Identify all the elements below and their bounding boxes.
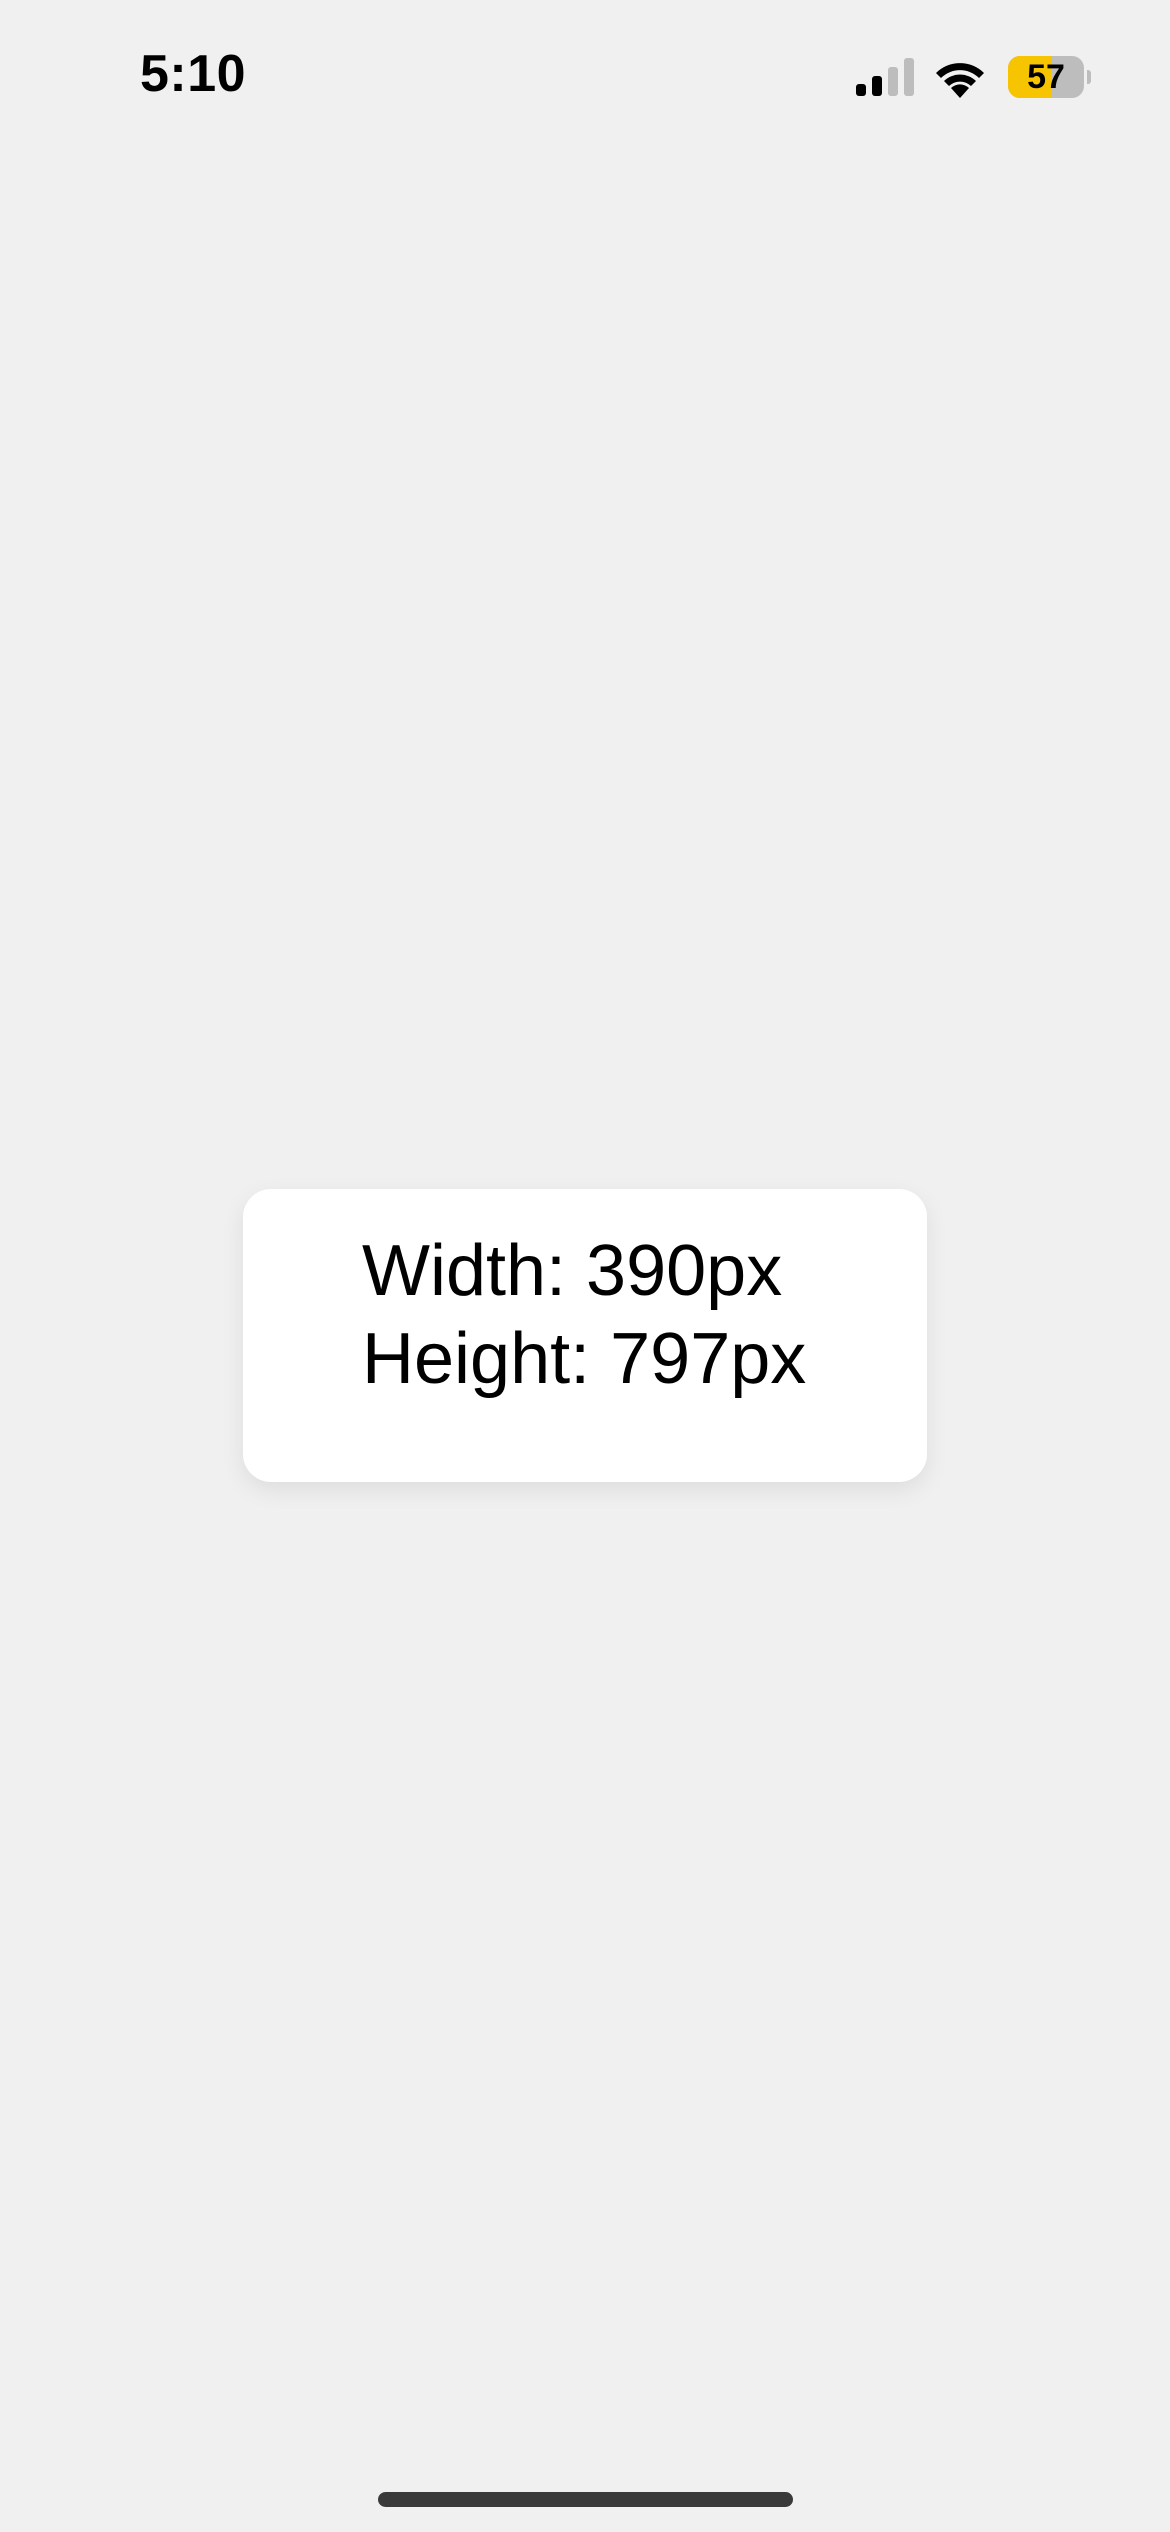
cellular-signal-icon: [856, 58, 914, 96]
battery-cap: [1087, 70, 1091, 84]
wifi-icon: [936, 63, 984, 98]
status-bar: 5:10 57: [0, 0, 1170, 160]
battery-icon: 57: [1008, 56, 1091, 98]
viewport-size-card: Width: 390px Height: 797px: [243, 1189, 927, 1482]
battery-body: 57: [1008, 56, 1084, 98]
viewport-width-text: Width: 390px: [362, 1231, 783, 1311]
status-time: 5:10: [140, 45, 247, 103]
home-indicator[interactable]: [378, 2492, 793, 2507]
viewport-height-text: Height: 797px: [362, 1319, 807, 1399]
battery-level: 57: [1027, 58, 1065, 96]
